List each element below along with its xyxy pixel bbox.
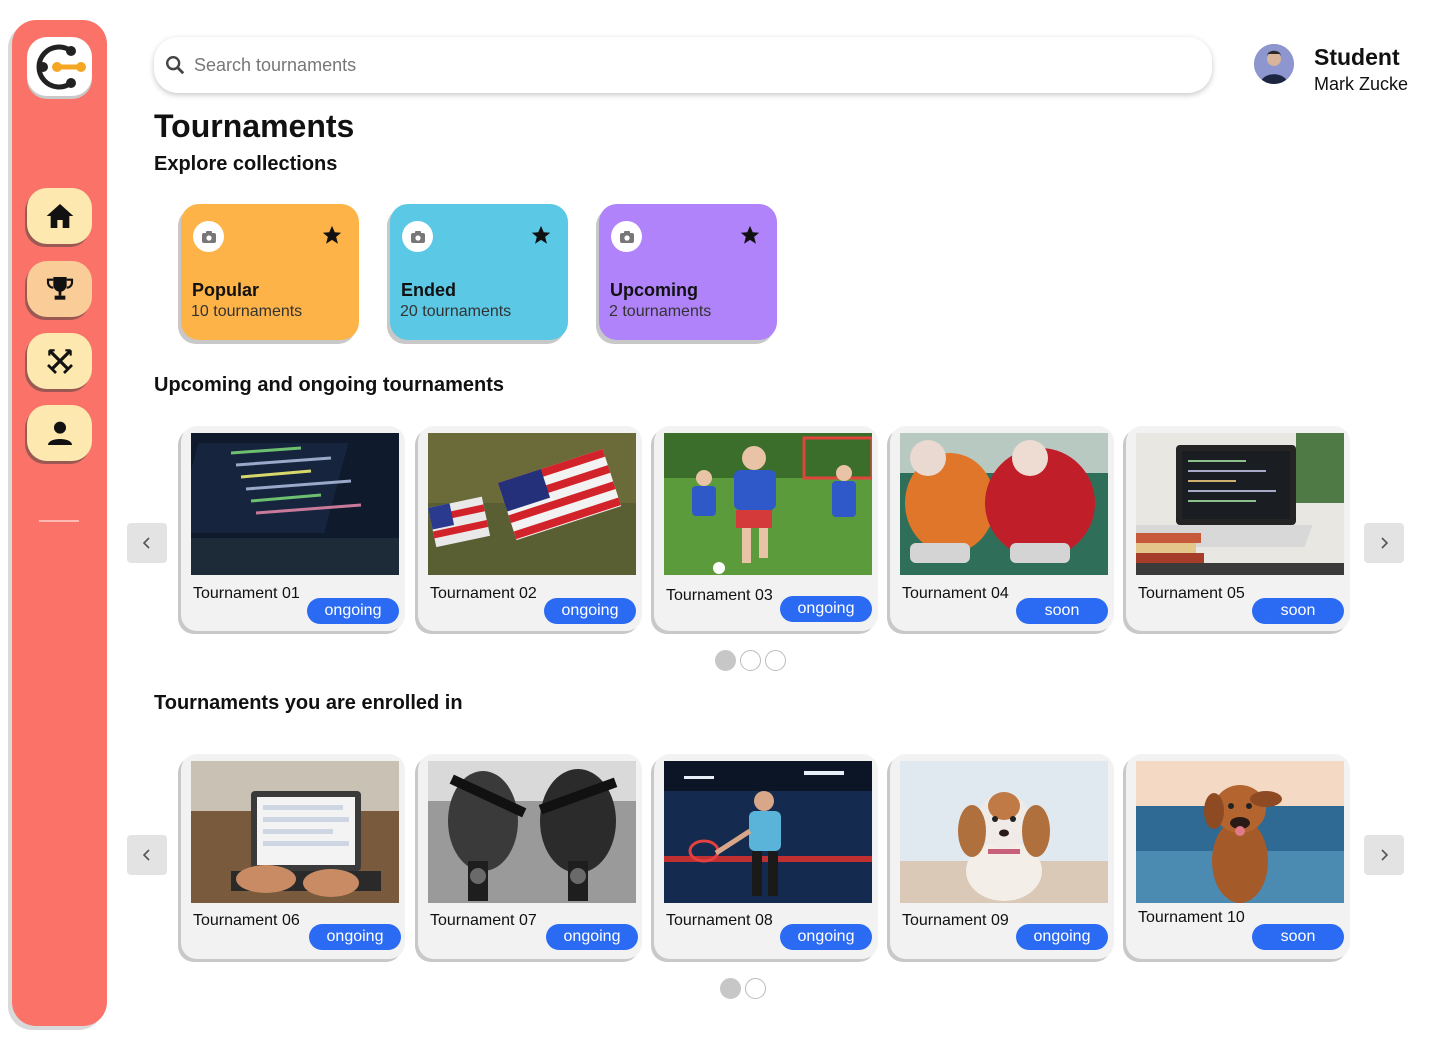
tournament-image (1136, 761, 1344, 903)
tournament-card[interactable]: Tournament 01 ongoing (181, 426, 405, 631)
tournament-image (664, 433, 872, 575)
trophy-icon (46, 277, 73, 300)
tournament-card[interactable]: Tournament 03 ongoing (654, 426, 878, 631)
crossed-swords-icon (46, 349, 73, 374)
status-badge: ongoing (780, 924, 872, 950)
home-icon (46, 204, 73, 228)
collection-ended[interactable]: Ended 20 tournaments (390, 204, 568, 340)
tournament-name: Tournament 06 (193, 912, 300, 929)
pagination-dot[interactable] (765, 650, 786, 671)
tournament-name: Tournament 03 (666, 587, 773, 604)
tournament-image (900, 761, 1108, 903)
avatar[interactable] (1254, 44, 1294, 84)
status-badge: ongoing (309, 924, 401, 950)
tournament-name: Tournament 10 (1138, 909, 1245, 926)
carousel-next-button[interactable] (1364, 835, 1404, 875)
carousel-prev-button[interactable] (127, 523, 167, 563)
camera-icon (611, 221, 642, 252)
tournament-name: Tournament 04 (902, 585, 1009, 602)
nav-battles[interactable] (27, 333, 92, 389)
search-icon (166, 56, 185, 75)
carousel-pagination (720, 978, 766, 999)
status-badge: ongoing (1016, 924, 1108, 950)
collections-heading: Explore collections (154, 153, 338, 175)
status-badge: soon (1252, 924, 1344, 950)
app-logo[interactable] (27, 37, 92, 96)
tournament-name: Tournament 01 (193, 585, 300, 602)
pagination-dot[interactable] (715, 650, 736, 671)
status-badge: ongoing (544, 598, 636, 624)
user-name: Mark Zucke (1314, 74, 1409, 94)
carousel-prev-button[interactable] (127, 835, 167, 875)
tournament-name: Tournament 02 (430, 585, 537, 602)
collection-upcoming[interactable]: Upcoming 2 tournaments (599, 204, 777, 340)
collection-name: Ended (401, 280, 457, 300)
tournament-image (664, 761, 872, 903)
user-role: Student (1314, 44, 1400, 70)
tournament-image (1136, 433, 1344, 575)
status-badge: soon (1016, 598, 1108, 624)
chevron-left-icon (142, 849, 150, 861)
logo-icon (36, 44, 86, 89)
collection-count: 10 tournaments (191, 303, 303, 320)
tournament-name: Tournament 08 (666, 912, 773, 929)
pagination-dot[interactable] (720, 978, 741, 999)
nav-profile[interactable] (27, 405, 92, 461)
tournament-card[interactable]: Tournament 10 soon (1126, 754, 1350, 959)
upcoming-heading: Upcoming and ongoing tournaments (154, 374, 504, 396)
tournament-card[interactable]: Tournament 09 ongoing (890, 754, 1114, 959)
sidebar (12, 20, 107, 1026)
chevron-left-icon (142, 537, 150, 549)
tournament-name: Tournament 05 (1138, 585, 1245, 602)
camera-icon (193, 221, 224, 252)
nav-tournaments[interactable] (27, 261, 92, 317)
tournament-card[interactable]: Tournament 05 soon (1126, 426, 1350, 631)
sidebar-divider (39, 520, 79, 522)
tournament-image (428, 761, 636, 903)
star-icon[interactable] (530, 224, 552, 246)
enrolled-heading: Tournaments you are enrolled in (154, 692, 463, 714)
camera-icon (402, 221, 433, 252)
pagination-dot[interactable] (740, 650, 761, 671)
collection-popular[interactable]: Popular 10 tournaments (181, 204, 359, 340)
search-bar[interactable] (154, 37, 1212, 93)
status-badge: ongoing (307, 598, 399, 624)
tournament-card[interactable]: Tournament 06 ongoing (181, 754, 405, 959)
tournament-card[interactable]: Tournament 04 soon (890, 426, 1114, 631)
carousel-pagination (715, 650, 786, 671)
carousel-next-button[interactable] (1364, 523, 1404, 563)
tournament-card[interactable]: Tournament 02 ongoing (418, 426, 642, 631)
page-title: Tournaments (154, 108, 355, 144)
collection-name: Upcoming (610, 280, 698, 300)
pagination-dot[interactable] (745, 978, 766, 999)
nav-home[interactable] (27, 188, 92, 244)
search-input[interactable] (194, 54, 1094, 76)
tournament-image (428, 433, 636, 575)
user-icon (47, 421, 72, 445)
collection-count: 20 tournaments (400, 303, 512, 320)
tournament-image (191, 433, 399, 575)
tournament-card[interactable]: Tournament 07 ongoing (418, 754, 642, 959)
status-badge: ongoing (546, 924, 638, 950)
tournament-card[interactable]: Tournament 08 ongoing (654, 754, 878, 959)
tournament-name: Tournament 07 (430, 912, 537, 929)
star-icon[interactable] (739, 224, 761, 246)
chevron-right-icon (1381, 849, 1389, 861)
chevron-right-icon (1381, 537, 1389, 549)
tournament-image (900, 433, 1108, 575)
status-badge: soon (1252, 598, 1344, 624)
tournament-name: Tournament 09 (902, 912, 1009, 929)
tournament-image (191, 761, 399, 903)
status-badge: ongoing (780, 596, 872, 622)
avatar-image (1254, 44, 1294, 84)
star-icon[interactable] (321, 224, 343, 246)
collection-count: 2 tournaments (609, 303, 712, 320)
collection-name: Popular (192, 280, 260, 300)
